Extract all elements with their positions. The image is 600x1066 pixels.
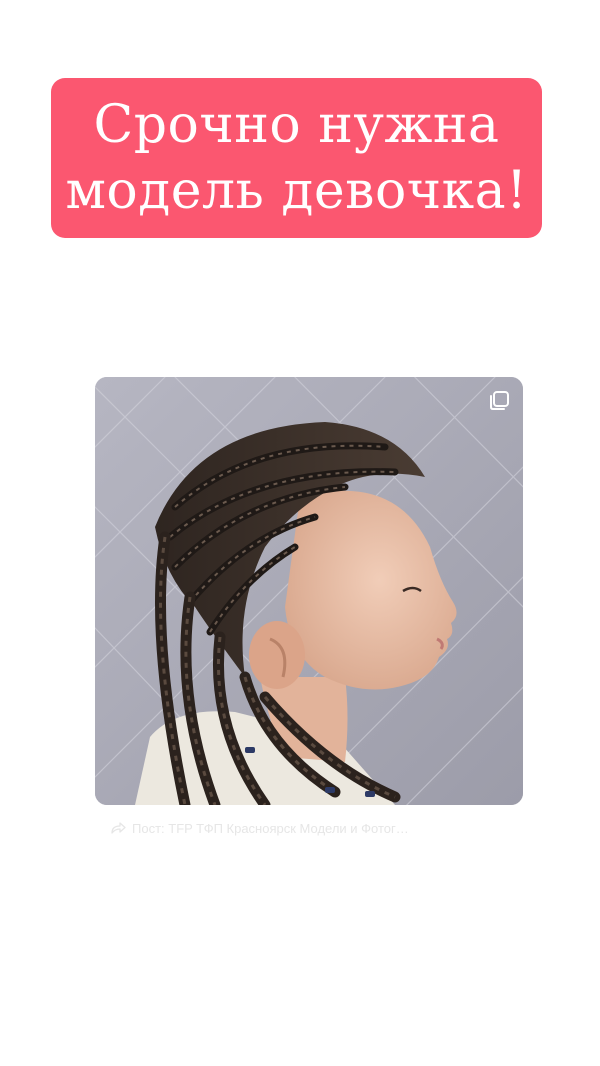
share-arrow-icon [111,822,126,834]
shared-post-card[interactable] [95,377,523,805]
banner-line-1: Срочно нужна [93,95,500,155]
post-caption[interactable]: Пост: TFP ТФП Красноярск Модели и Фотог… [110,818,530,838]
post-photo [95,377,523,805]
post-caption-text: Пост: TFP ТФП Красноярск Модели и Фотог… [132,820,409,836]
story-banner: Срочно нужна модель девочка! [51,78,542,238]
multiple-photos-icon [490,391,509,410]
banner-line-2: модель девочка! [65,161,528,221]
